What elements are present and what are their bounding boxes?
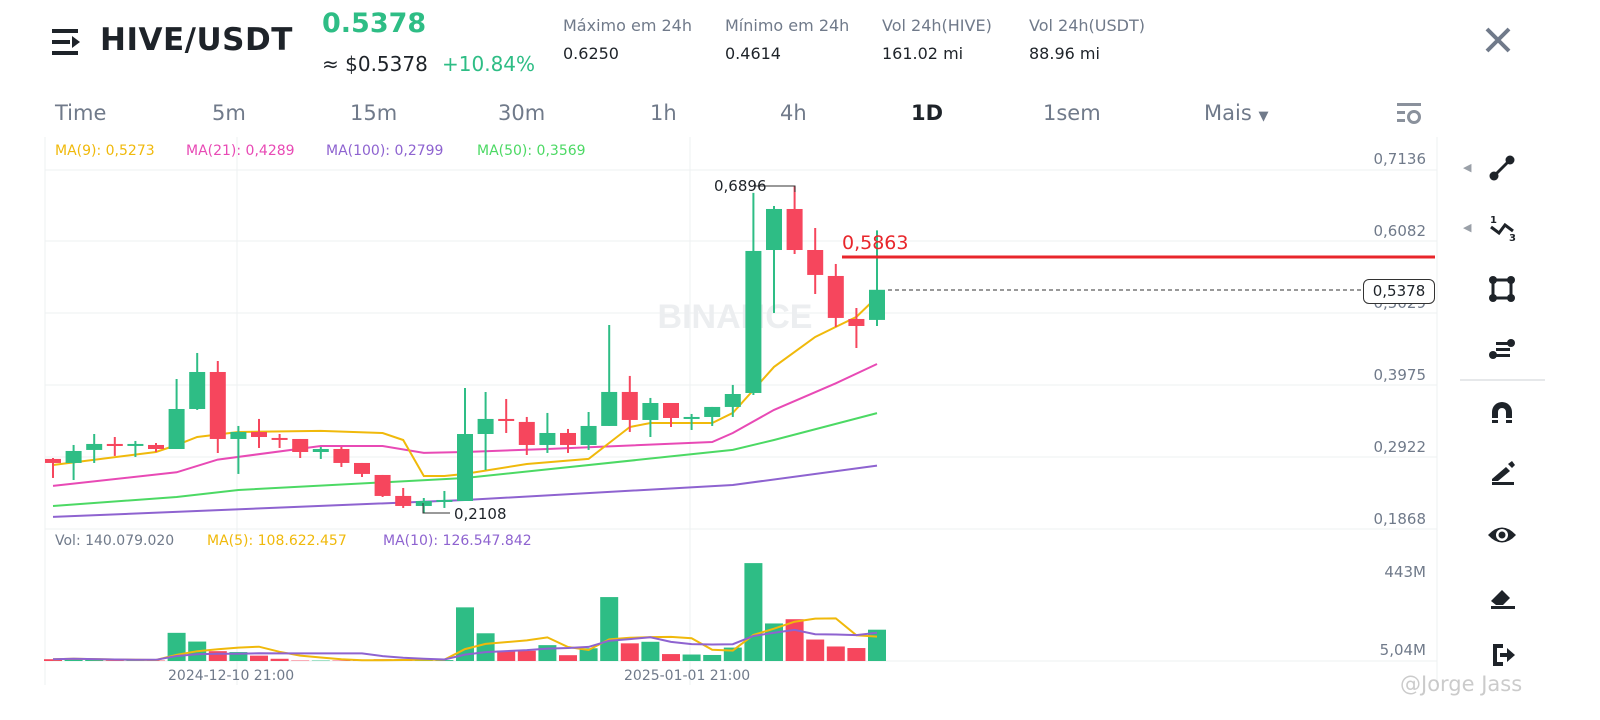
volume-bar: [682, 654, 701, 661]
candle-body: [745, 250, 762, 393]
candle-body: [127, 443, 144, 446]
price-axis-label: 0,3975: [1373, 366, 1427, 384]
candle-body: [457, 434, 473, 501]
pencil-icon[interactable]: [1484, 454, 1520, 490]
current-price-badge: 0,5378: [1363, 279, 1435, 304]
candle-body: [65, 450, 82, 463]
volume-bar: [559, 655, 577, 661]
volume-bar: [785, 619, 804, 661]
ma50-legend: MA(50): 0,3569: [477, 143, 586, 159]
svg-text:3: 3: [1509, 233, 1516, 243]
candle-body: [415, 500, 432, 506]
volume-axis-label: 5,04M: [1379, 641, 1426, 659]
candle-body: [45, 458, 61, 463]
rectangle-tool-icon[interactable]: [1484, 271, 1520, 307]
volume-bar: [517, 650, 536, 661]
volume-bar: [208, 651, 227, 661]
price-axis-label: 0,7136: [1373, 150, 1427, 168]
volume-bar: [270, 658, 289, 661]
grid-lines: [45, 137, 1437, 685]
magnet-icon[interactable]: [1484, 394, 1520, 430]
candle-body: [354, 462, 370, 474]
price-axis-label: 0,1868: [1373, 510, 1427, 528]
candle-body: [642, 402, 659, 420]
eye-icon[interactable]: [1484, 517, 1520, 553]
x-axis-label: 2024-12-10 21:00: [168, 668, 295, 684]
svg-text:1: 1: [1490, 215, 1497, 226]
expand-arrow-icon[interactable]: ◀: [1463, 221, 1471, 234]
price-axis-label: 0,2922: [1373, 438, 1427, 456]
candle-body: [189, 371, 206, 409]
ma100-legend: MA(100): 0,2799: [326, 143, 444, 159]
candle-body: [230, 431, 247, 439]
candle-body: [848, 318, 865, 326]
volume-bar: [641, 641, 660, 661]
volume-bar: [806, 639, 825, 661]
binance-watermark: BINANCE: [658, 298, 813, 336]
volume-bar: [250, 655, 268, 661]
price-axis-label: 0,6082: [1373, 222, 1427, 240]
candle-body: [106, 443, 123, 446]
exit-icon[interactable]: [1484, 637, 1520, 673]
candle-body: [168, 408, 185, 449]
high-price-label: 0,6896: [714, 177, 767, 195]
candle-body: [395, 495, 412, 506]
candle-body: [518, 421, 535, 445]
candle-body: [374, 474, 391, 496]
ma21-legend: MA(21): 0,4289: [186, 143, 295, 159]
candle-body: [621, 391, 638, 420]
candle-body: [539, 432, 556, 445]
volume-bar: [744, 563, 763, 661]
candle-body: [869, 289, 885, 320]
volume-bar: [847, 648, 866, 661]
alert-price-label: 0,5863: [842, 232, 909, 254]
volume-legend: Vol: 140.079.020: [55, 533, 175, 549]
candle-body: [560, 432, 576, 445]
candle-body: [683, 416, 700, 419]
candlestick-chart[interactable]: BINANCE: [0, 0, 1600, 720]
candle-body: [436, 499, 453, 502]
trend-line-tool-icon[interactable]: [1484, 150, 1520, 186]
candle-body: [827, 275, 844, 318]
candle-body: [766, 208, 782, 251]
volume-bar: [476, 633, 495, 661]
candle-body: [498, 418, 515, 421]
expand-arrow-icon[interactable]: ◀: [1463, 161, 1471, 174]
candle-body: [663, 402, 679, 418]
volume-axis-label: 443M: [1384, 563, 1426, 581]
volume-bar: [600, 597, 619, 661]
candle-body: [292, 438, 309, 452]
volume-bar: [826, 646, 845, 661]
volume-bar: [703, 654, 722, 661]
candle-body: [704, 406, 721, 417]
low-price-label: 0,2108: [454, 505, 507, 523]
candle-body: [312, 448, 329, 452]
x-axis-label: 2025-01-01 21:00: [624, 668, 751, 684]
candle-body: [601, 391, 618, 426]
credit-watermark: @Jorge Jass: [1400, 672, 1523, 696]
ma9-legend: MA(9): 0,5273: [55, 143, 155, 159]
candle-body: [271, 437, 288, 440]
candle-body: [786, 208, 803, 251]
candle-body: [251, 431, 267, 438]
candle-body: [477, 418, 494, 435]
candle-body: [580, 425, 597, 445]
candle-body: [86, 443, 103, 450]
candle-body: [807, 250, 824, 275]
candle-body: [148, 444, 164, 449]
eraser-icon[interactable]: [1484, 579, 1520, 615]
parallel-lines-tool-icon[interactable]: [1484, 331, 1520, 367]
candle-body: [724, 394, 741, 407]
volume-bar: [620, 643, 639, 661]
volume-ma5-legend: MA(5): 108.622.457: [207, 533, 347, 549]
candle-body: [333, 448, 350, 463]
volume-bar: [662, 654, 680, 661]
fibonacci-tool-icon[interactable]: 13: [1484, 210, 1520, 246]
candle-body: [209, 371, 226, 439]
volume-ma10-legend: MA(10): 126.547.842: [383, 533, 532, 549]
